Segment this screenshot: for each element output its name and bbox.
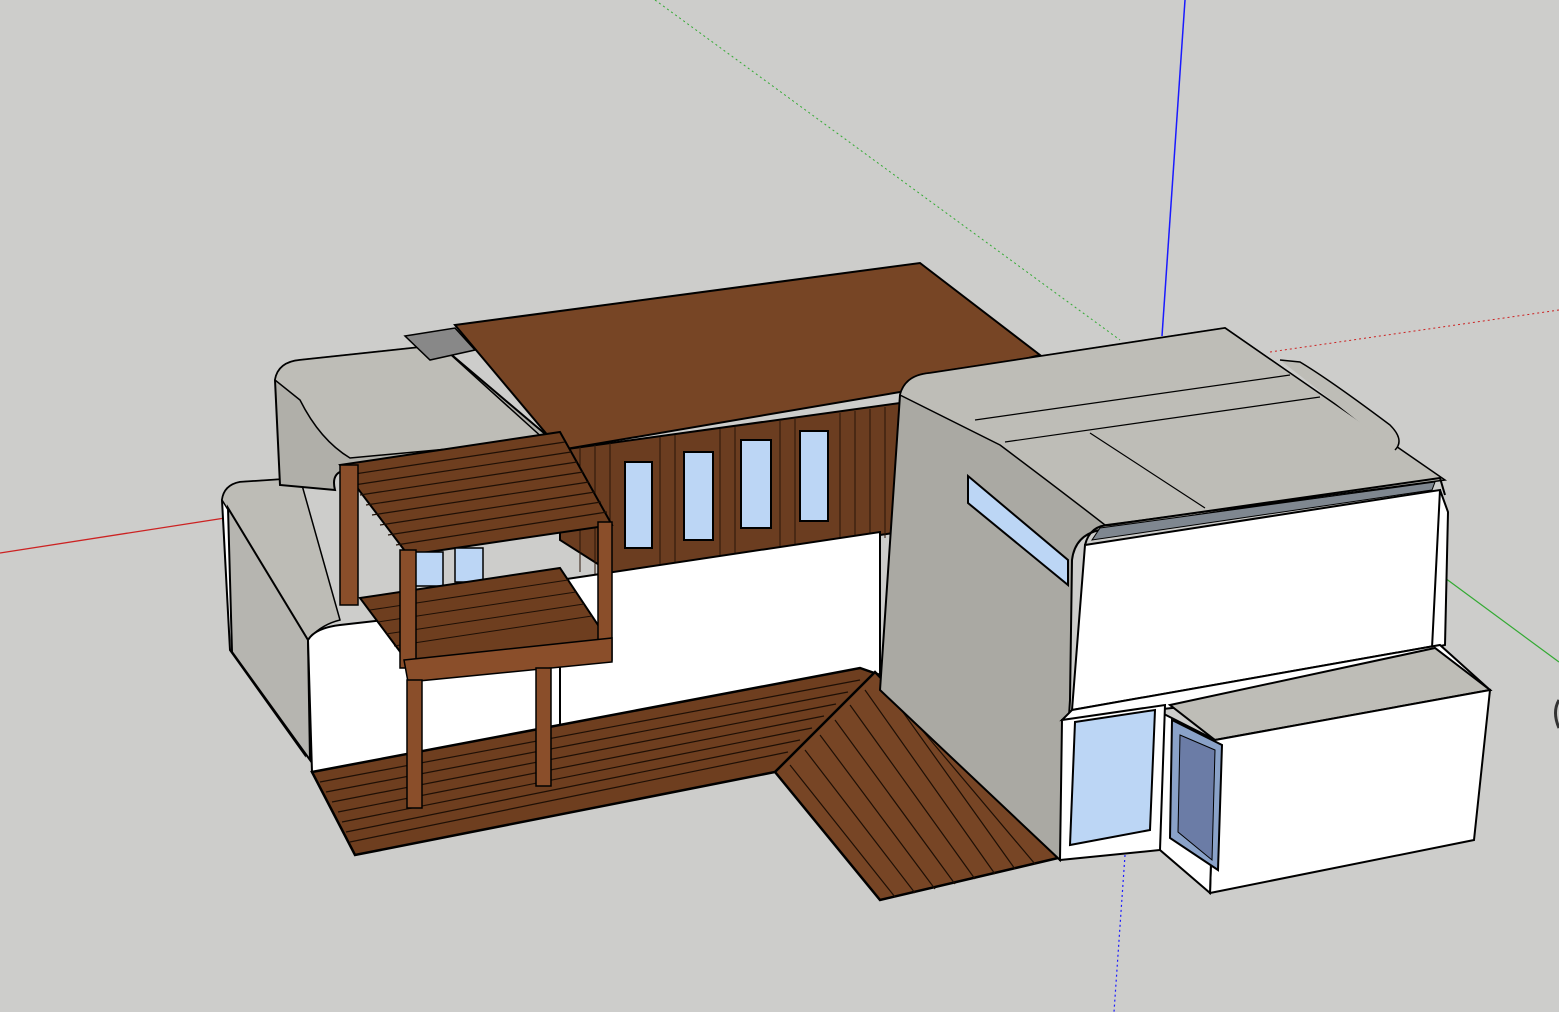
blue-axis-solid — [1161, 0, 1186, 337]
window-4[interactable] — [799, 430, 829, 522]
3d-viewport[interactable] — [0, 0, 1559, 1012]
window-2[interactable] — [683, 451, 714, 541]
green-axis-solid — [1444, 577, 1559, 663]
red-axis-dotted — [1269, 309, 1559, 353]
model-canvas[interactable] — [0, 0, 1559, 1012]
blue-axis-dotted — [1113, 854, 1126, 1012]
partial-edge-icon — [1554, 699, 1559, 729]
glass-door-front[interactable] — [1068, 708, 1157, 847]
window-3[interactable] — [740, 439, 772, 529]
balcony-window-1[interactable] — [414, 551, 444, 587]
balcony-post-2[interactable] — [535, 667, 552, 787]
window-1[interactable] — [624, 461, 653, 549]
balcony-post-1[interactable] — [406, 679, 423, 809]
red-axis-solid — [0, 517, 226, 554]
balcony-window-2[interactable] — [454, 547, 484, 583]
